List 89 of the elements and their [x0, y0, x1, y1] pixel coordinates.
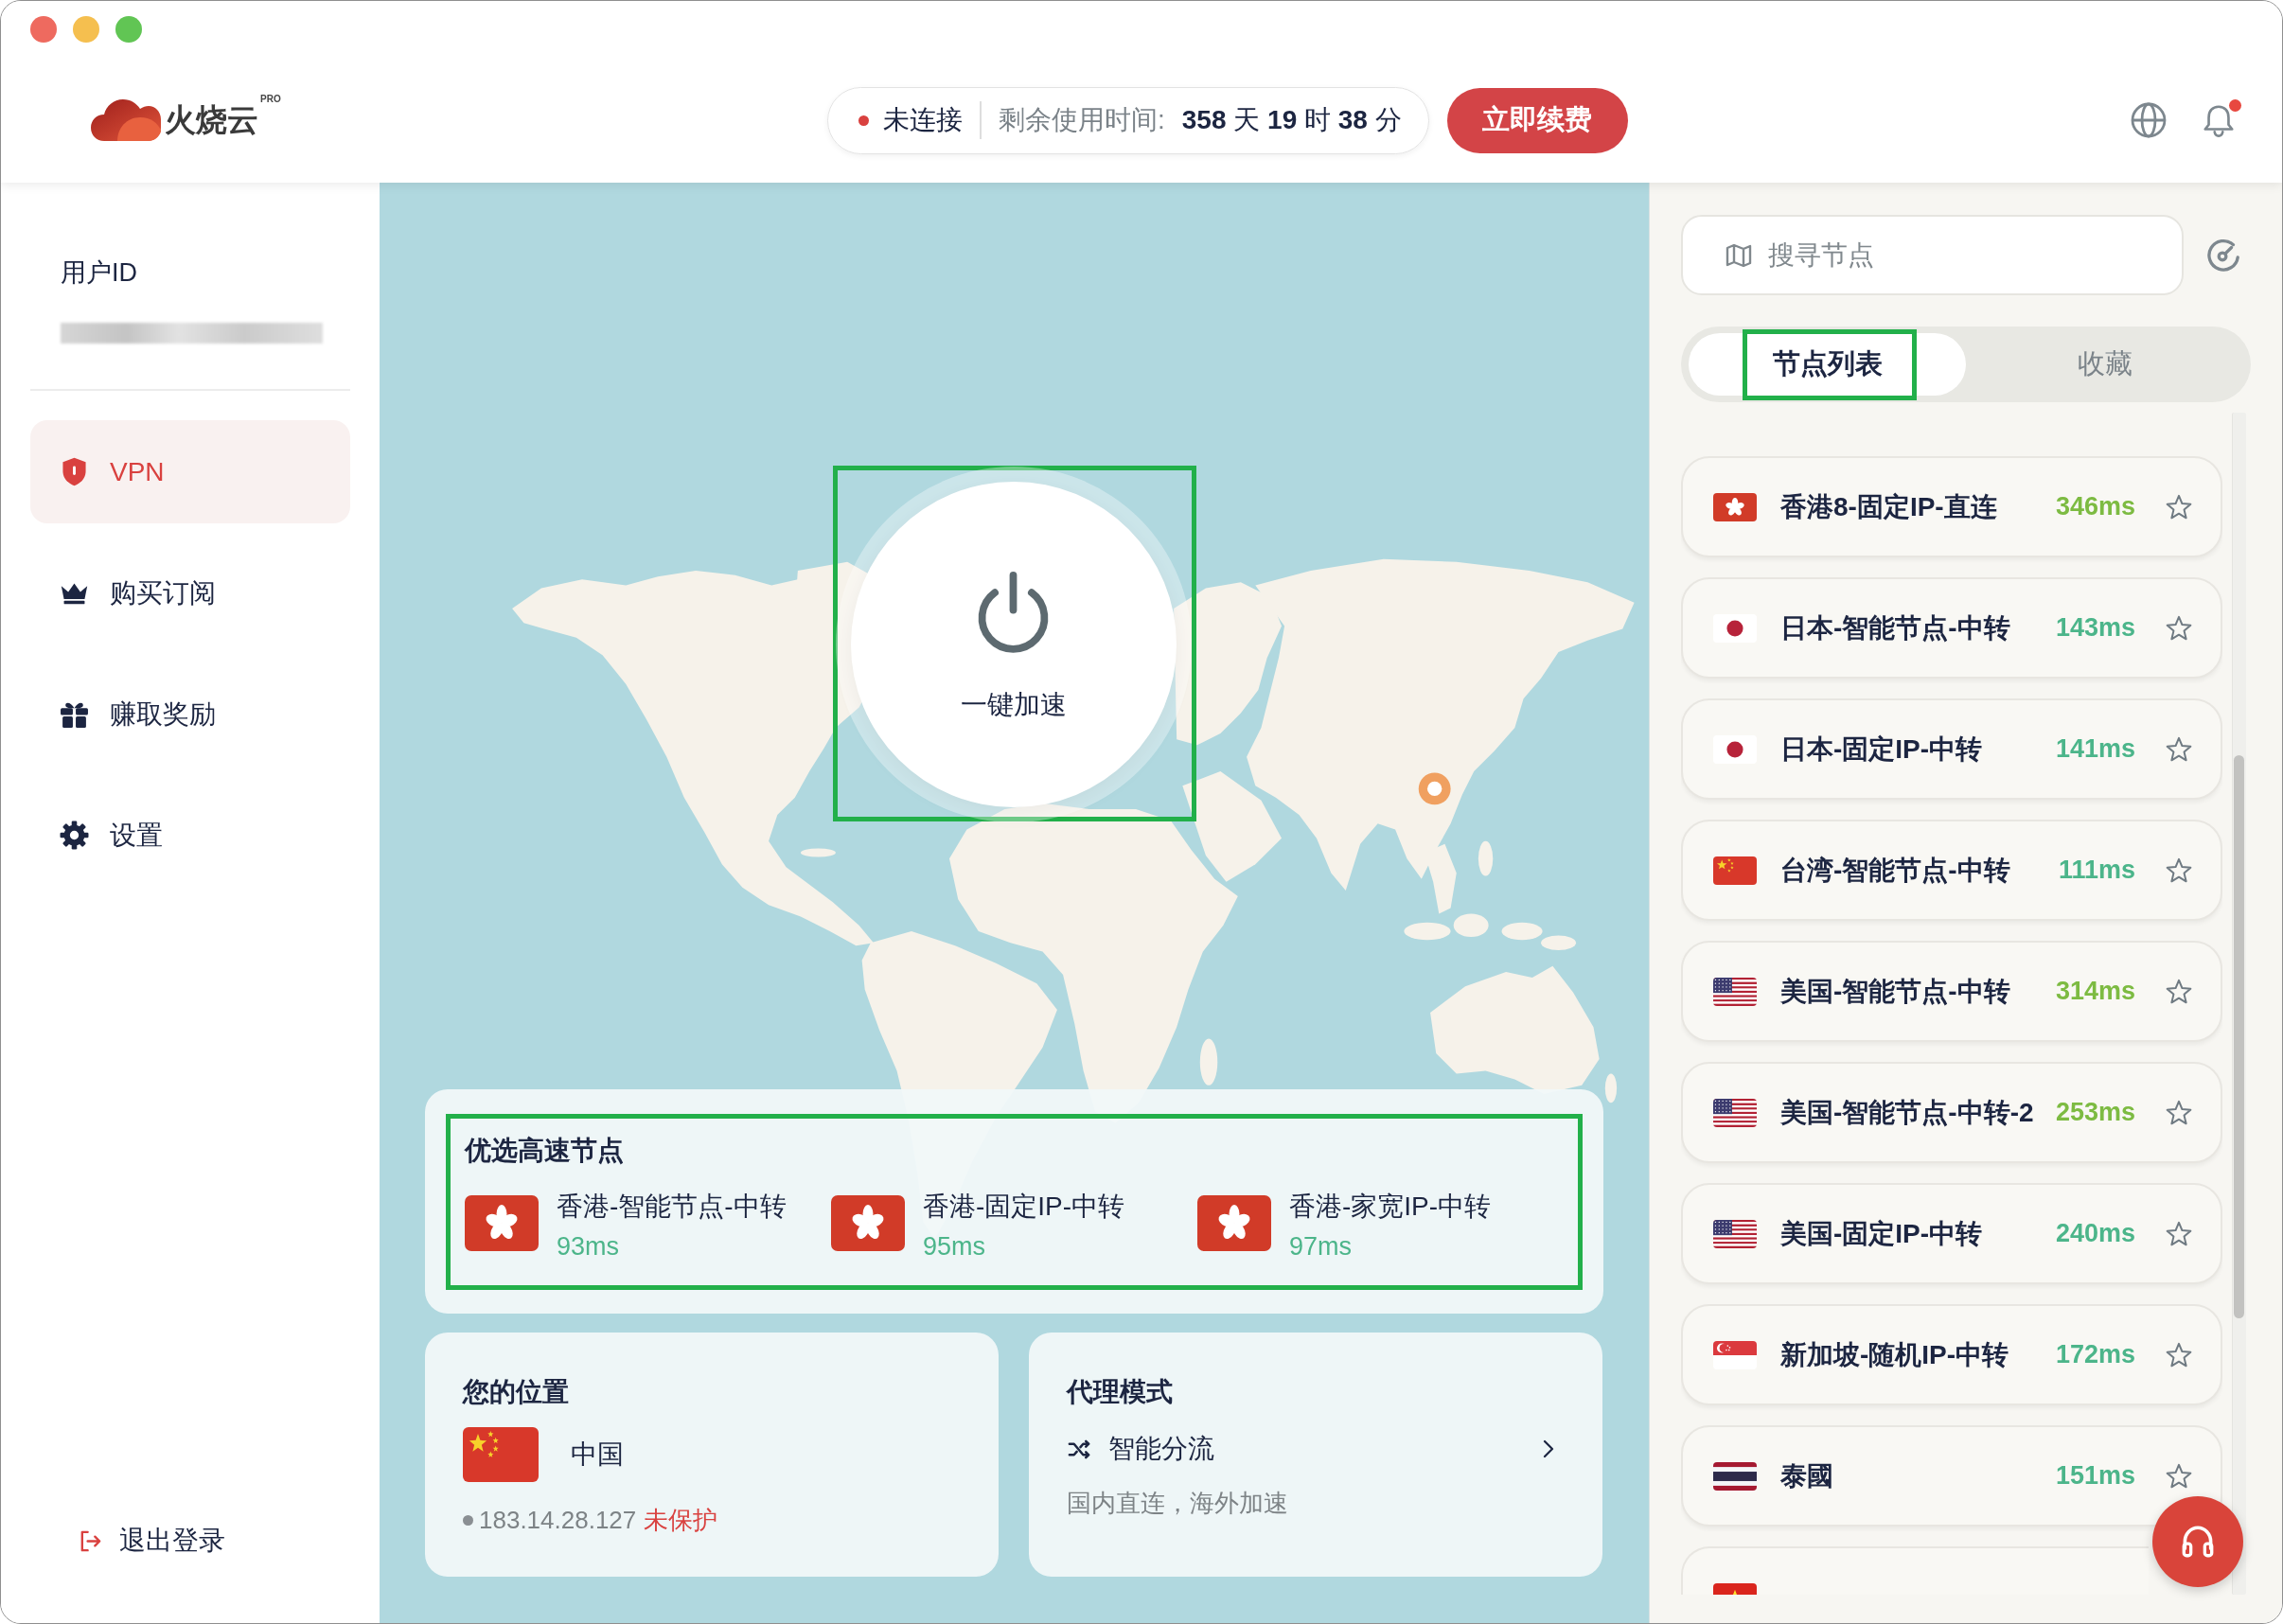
section-title: 优选高速节点: [465, 1135, 625, 1167]
hong-kong-flag-icon: [465, 1195, 539, 1251]
node-latency: 95ms: [923, 1231, 987, 1262]
singapore-flag-icon: [1713, 1340, 1757, 1369]
window-zoom-button[interactable]: [115, 16, 142, 43]
node-name: 香港8-固定IP-直连: [1780, 490, 1998, 523]
card-title: 您的位置: [463, 1376, 569, 1408]
star-icon[interactable]: [2165, 977, 2193, 1006]
us-flag-icon: [1713, 1219, 1757, 1248]
sidebar-item[interactable]: 购买订阅: [30, 541, 350, 644]
node-name: 新加坡-随机IP-中转: [1780, 1338, 2010, 1371]
gauge-icon[interactable]: [2205, 237, 2241, 274]
node-latency: 172ms: [2055, 1340, 2135, 1369]
node-latency: 143ms: [2055, 613, 2135, 643]
node-row[interactable]: 美国-固定IP-中转 240ms: [1681, 1183, 2222, 1284]
sidebar-item[interactable]: VPN: [30, 420, 350, 523]
location-marker-icon: [1418, 772, 1451, 805]
japan-flag-icon: [1713, 734, 1757, 764]
window-close-button[interactable]: [30, 16, 57, 43]
protection-status: 未保护: [644, 1505, 718, 1536]
node-name: 日本-智能节点-中转: [1780, 611, 2011, 644]
hong-kong-flag-icon: [1713, 492, 1757, 521]
node-row[interactable]: 美国-智能节点-中转 314ms: [1681, 941, 2222, 1042]
node-row[interactable]: 日本-智能节点-中转 143ms: [1681, 577, 2222, 679]
node-latency: 141ms: [2055, 734, 2135, 764]
us-flag-icon: [1713, 977, 1757, 1006]
star-icon[interactable]: [2165, 613, 2193, 643]
node-latency: 151ms: [2055, 1461, 2135, 1491]
star-icon[interactable]: [2165, 1340, 2193, 1369]
star-icon[interactable]: [2165, 1219, 2193, 1248]
renew-button[interactable]: 立即续费: [1446, 87, 1628, 153]
hong-kong-flag-icon: [1197, 1195, 1271, 1251]
node-latency: 111ms: [2058, 856, 2135, 885]
star-icon[interactable]: [2165, 1461, 2193, 1491]
node-latency: 97ms: [1289, 1231, 1354, 1262]
remaining-time-value: 358 天 19 时 38 分: [1181, 104, 1402, 136]
star-icon[interactable]: [2165, 734, 2193, 764]
sidebar-item[interactable]: 设置: [30, 784, 350, 887]
search-field[interactable]: 搜寻节点: [1681, 215, 2184, 295]
node-row[interactable]: 泰國 151ms: [1681, 1425, 2222, 1527]
country-name: 中国: [571, 1439, 624, 1471]
thailand-flag-icon: [1713, 1461, 1757, 1491]
cloud-logo-icon: [91, 99, 161, 141]
node-name: 泰國: [1780, 1459, 1834, 1492]
star-icon[interactable]: [2165, 1098, 2193, 1127]
node-latency: 93ms: [557, 1231, 621, 1262]
hong-kong-flag-icon: [831, 1195, 905, 1251]
logout-button[interactable]: 退出登录: [30, 1523, 225, 1559]
node-row[interactable]: 新加坡-随机IP-中转 172ms: [1681, 1304, 2222, 1405]
node-latency: 240ms: [2055, 1219, 2135, 1248]
search-input[interactable]: 搜寻节点: [1768, 237, 2163, 274]
node-row[interactable]: 美国-智能节点-中转-2 253ms: [1681, 1062, 2222, 1163]
proxy-mode-description: 国内直连，海外加速: [1067, 1488, 1288, 1519]
card-title: 代理模式: [1067, 1376, 1173, 1408]
ip-dot-icon: [463, 1514, 473, 1526]
node-row[interactable]: 日本-固定IP-中转 141ms: [1681, 698, 2222, 800]
node-latency: 346ms: [2055, 492, 2135, 521]
china-flag-icon: [463, 1427, 539, 1482]
node-row[interactable]: 台湾-智能节点-中转 111ms: [1681, 820, 2222, 921]
node-latency: 253ms: [2055, 1098, 2135, 1127]
proxy-mode-name: 智能分流: [1108, 1433, 1214, 1465]
node-name: 美国-固定IP-中转: [1780, 1217, 1984, 1250]
node-name: 台湾-智能节点-中转: [1780, 854, 2011, 887]
us-flag-icon: [1713, 1098, 1757, 1127]
node-name[interactable]: 香港-家宽IP-中转: [1289, 1189, 1492, 1225]
sidebar-item[interactable]: 赚取奖励: [30, 662, 350, 766]
star-icon[interactable]: [2165, 856, 2193, 885]
ip-address: 183.14.28.127: [479, 1505, 637, 1536]
power-button[interactable]: 一键加速: [850, 482, 1177, 807]
proxy-mode-card[interactable]: 代理模式 智能分流 国内直连，海外加速: [1029, 1333, 1602, 1577]
logo-text: 火烧云: [165, 101, 258, 139]
node-name[interactable]: 香港-固定IP-中转: [923, 1189, 1125, 1225]
china-flag-icon: [1713, 856, 1757, 885]
japan-flag-icon: [1713, 613, 1757, 643]
star-icon[interactable]: [2165, 492, 2193, 521]
scrollbar-thumb[interactable]: [2234, 755, 2244, 1318]
shield-icon: [60, 457, 89, 486]
gear-icon: [60, 821, 89, 850]
node-name[interactable]: 香港-智能节点-中转: [557, 1189, 787, 1225]
node-latency: 314ms: [2055, 977, 2135, 1006]
node-name: 日本-固定IP-中转: [1780, 733, 1984, 766]
logo-superscript-text: PRO: [260, 94, 281, 105]
user-id-label: 用户ID: [60, 257, 137, 289]
node-name: 美国-智能节点-中转: [1780, 975, 2011, 1008]
remaining-time-label: 剩余使用时间:: [999, 104, 1165, 136]
connection-status: 未连接: [883, 104, 963, 136]
node-name: 美国-智能节点-中转-2: [1780, 1096, 2035, 1129]
globe-icon[interactable]: [2130, 101, 2168, 139]
node-row[interactable]: 香港8-固定IP-直连 346ms: [1681, 456, 2222, 557]
